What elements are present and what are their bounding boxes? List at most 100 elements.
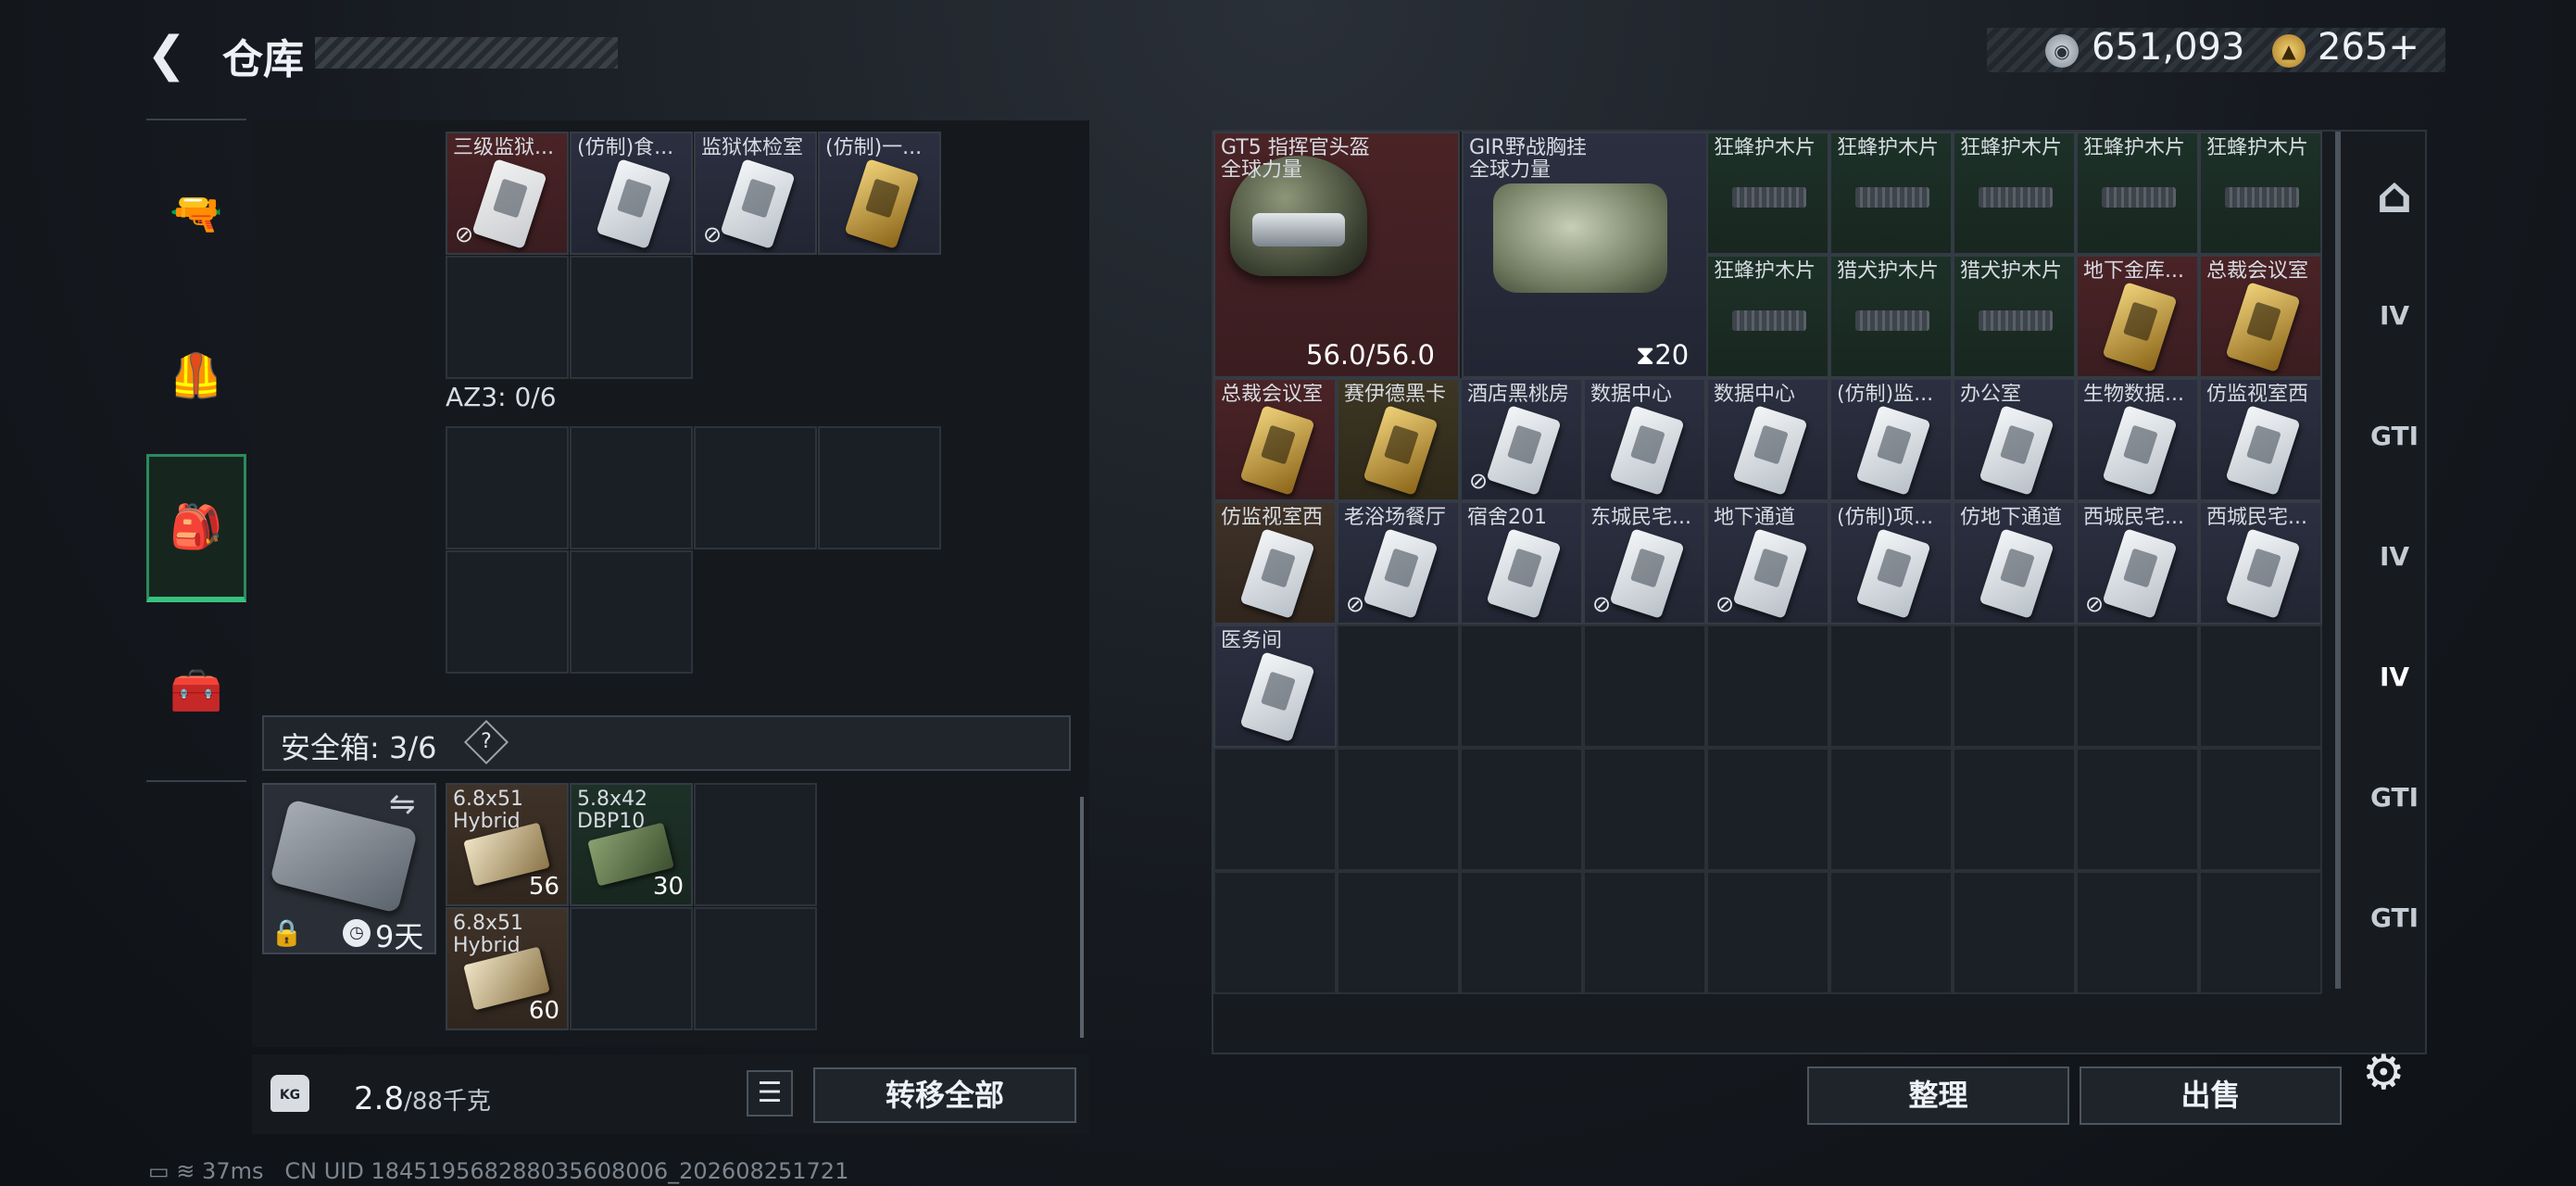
tab-page-5[interactable]: IV [2353,621,2436,732]
handguard-item[interactable]: 狂蜂护木片 [1706,255,1829,378]
empty-slot[interactable] [2199,625,2322,748]
keycard-image [1609,528,1685,619]
empty-slot[interactable] [2076,748,2199,871]
empty-slot[interactable] [1583,748,1706,871]
keycard-item[interactable]: 监狱体检室 ⊘ [694,132,817,255]
keycard-item[interactable]: 地下通道 ⊘ [1706,501,1829,625]
item-label: 酒店黑桃房 [1467,384,1570,406]
empty-slot[interactable] [446,426,569,549]
keycard-item[interactable]: 总裁会议室 [1213,378,1337,501]
keycard-item[interactable]: 东城民宅... ⊘ [1583,501,1706,625]
keycard-item[interactable]: (仿制)食... [570,132,693,255]
keycard-item[interactable]: 办公室 [1953,378,2076,501]
gear-icon[interactable]: ⚙ [2362,1045,2406,1101]
empty-slot[interactable] [2199,748,2322,871]
keycard-item[interactable]: 西城民宅... [2199,501,2322,625]
keycard-item[interactable]: 仿监视室西 [1213,501,1337,625]
swap-icon[interactable]: ⇋ [389,786,416,823]
empty-slot[interactable] [1460,625,1583,748]
gold-currency-amount[interactable]: 265+ [2318,26,2419,69]
tab-home-icon[interactable]: ⌂ [2353,139,2436,250]
keycard-item[interactable]: 三级监狱... ⊘ [446,132,569,255]
tab-case-toolbox-icon[interactable]: 🧰 [146,616,246,764]
empty-slot[interactable] [1953,625,2076,748]
tab-backpack-icon[interactable]: 🎒 [146,454,246,602]
keycard-item[interactable]: 医务间 [1213,625,1337,748]
empty-slot[interactable] [1706,625,1829,748]
empty-slot[interactable] [1460,748,1583,871]
keycard-item[interactable]: (仿制)一... [818,132,941,255]
empty-slot[interactable] [570,256,693,379]
tab-page-2[interactable]: IV [2353,259,2436,371]
ammo-item[interactable]: 6.8x51 Hybrid 60 [446,907,569,1030]
back-chevron-icon[interactable]: ❮ [146,31,193,79]
keycard-item[interactable]: 数据中心 [1706,378,1829,501]
right-scrollbar[interactable] [2335,132,2341,989]
keycard-item[interactable]: 宿舍201 [1460,501,1583,625]
sell-button[interactable]: 出售 [2080,1066,2342,1125]
list-view-icon[interactable]: ☰ [747,1070,793,1117]
handguard-item[interactable]: 狂蜂护木片 [1829,132,1953,255]
empty-slot[interactable] [1337,625,1460,748]
empty-slot[interactable] [1953,748,2076,871]
handguard-item[interactable]: 狂蜂护木片 [1953,132,2076,255]
empty-slot[interactable] [1583,625,1706,748]
transfer-all-button[interactable]: 转移全部 [813,1067,1076,1123]
empty-slot[interactable] [2076,871,2199,994]
keycard-item[interactable]: 仿地下通道 [1953,501,2076,625]
sort-button[interactable]: 整理 [1807,1066,2069,1125]
empty-slot[interactable] [1337,748,1460,871]
handguard-item[interactable]: 狂蜂护木片 [2199,132,2322,255]
keycard-item[interactable]: (仿制)项... [1829,501,1953,625]
keycard-item[interactable]: 西城民宅... ⊘ [2076,501,2199,625]
handguard-item[interactable]: 猎犬护木片 [1829,255,1953,378]
handguard-item[interactable]: 狂蜂护木片 [1706,132,1829,255]
empty-slot[interactable] [1953,871,2076,994]
tab-page-4[interactable]: IV [2353,500,2436,612]
tab-page-6[interactable]: GTI [2353,741,2436,852]
keycard-item[interactable]: (仿制)监... [1829,378,1953,501]
empty-slot[interactable] [818,426,941,549]
keycard-item[interactable]: 总裁会议室 [2199,255,2322,378]
keycard-image [1486,405,1562,496]
empty-slot[interactable] [1460,871,1583,994]
keycard-item[interactable]: 生物数据... [2076,378,2199,501]
empty-slot[interactable] [1213,748,1337,871]
ammo-item[interactable]: 6.8x51 Hybrid 56 [446,783,569,906]
empty-slot[interactable] [1829,871,1953,994]
tab-page-7[interactable]: GTI [2353,862,2436,973]
empty-slot[interactable] [1706,748,1829,871]
empty-slot[interactable] [694,783,817,906]
keycard-item[interactable]: 酒店黑桃房 ⊘ [1460,378,1583,501]
keycard-item[interactable]: 老浴场餐厅 ⊘ [1337,501,1460,625]
tab-armor-vest-icon[interactable]: 🦺 [146,301,246,449]
empty-slot[interactable] [570,907,693,1030]
no-trade-icon: ⊘ [455,221,474,247]
empty-slot[interactable] [446,256,569,379]
ammo-item[interactable]: 5.8x42 DBP10 30 [570,783,693,906]
tab-page-3[interactable]: GTI [2353,380,2436,491]
left-scrollbar[interactable] [1080,797,1084,1038]
item-label: 狂蜂护木片 [2206,137,2309,159]
keycard-item[interactable]: 数据中心 [1583,378,1706,501]
empty-slot[interactable] [1829,625,1953,748]
empty-slot[interactable] [1337,871,1460,994]
empty-slot[interactable] [1213,871,1337,994]
empty-slot[interactable] [694,907,817,1030]
empty-slot[interactable] [570,426,693,549]
empty-slot[interactable] [2199,871,2322,994]
empty-slot[interactable] [1583,871,1706,994]
empty-slot[interactable] [1706,871,1829,994]
empty-slot[interactable] [570,550,693,674]
keycard-item[interactable]: 赛伊德黑卡 [1337,378,1460,501]
handguard-item[interactable]: 狂蜂护木片 [2076,132,2199,255]
empty-slot[interactable] [2076,625,2199,748]
item-label: (仿制)项... [1837,507,1934,529]
tab-weapons-pistol-icon[interactable]: 🔫 [146,139,246,287]
handguard-item[interactable]: 猎犬护木片 [1953,255,2076,378]
empty-slot[interactable] [1829,748,1953,871]
keycard-item[interactable]: 仿监视室西 [2199,378,2322,501]
empty-slot[interactable] [694,426,817,549]
keycard-item[interactable]: 地下金库... [2076,255,2199,378]
empty-slot[interactable] [446,550,569,674]
